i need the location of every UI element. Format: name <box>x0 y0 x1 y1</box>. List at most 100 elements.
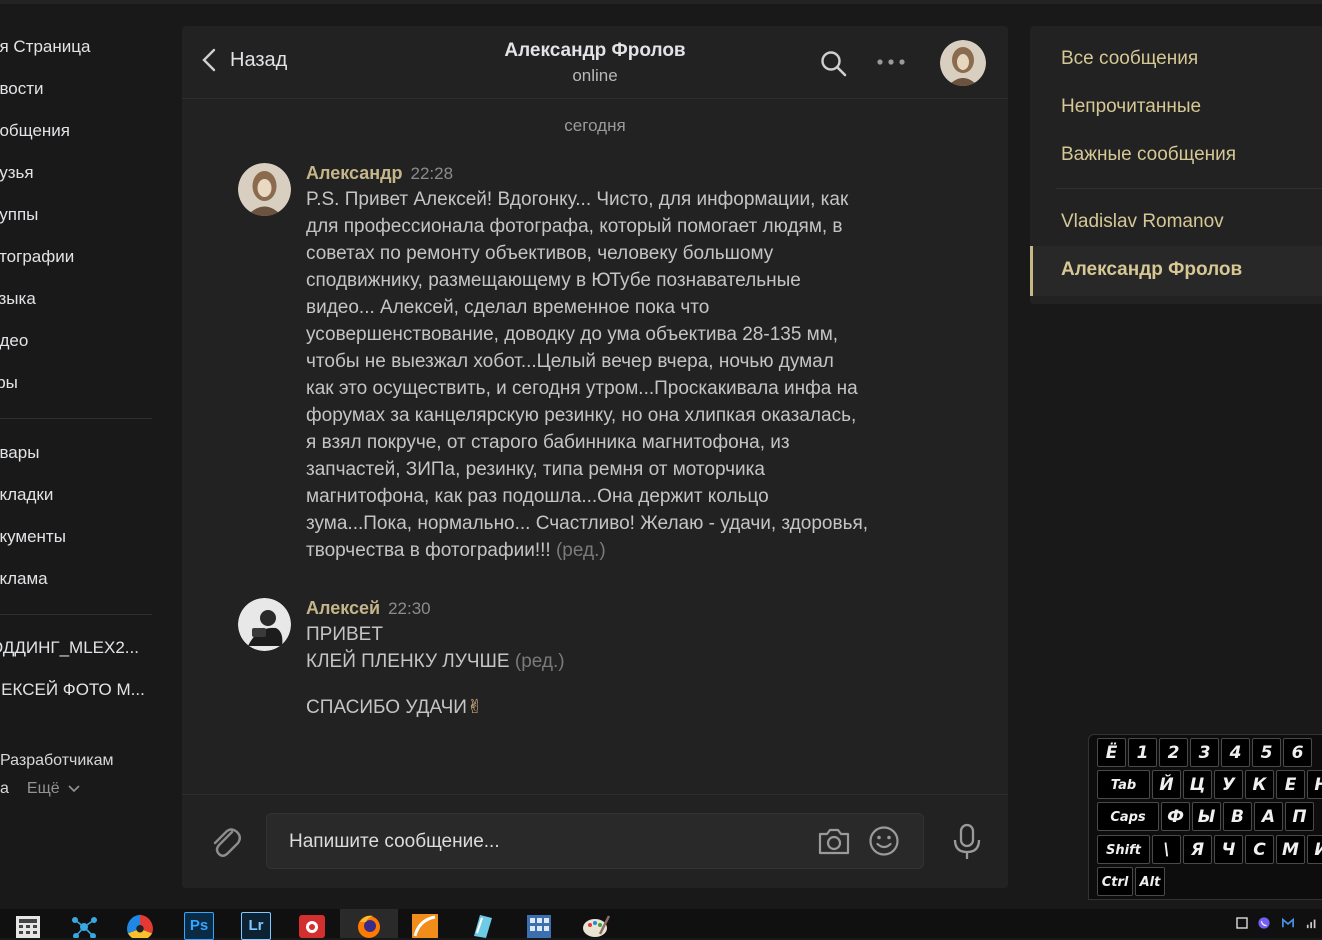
peer-avatar[interactable] <box>940 40 986 86</box>
author-avatar[interactable] <box>238 598 291 651</box>
key-alt[interactable]: Alt <box>1135 867 1165 896</box>
key[interactable]: Ф <box>1161 802 1190 831</box>
key[interactable]: Ч <box>1214 835 1243 864</box>
search-icon[interactable] <box>820 50 848 78</box>
key[interactable]: \ <box>1152 835 1181 864</box>
panel-divider <box>1056 188 1322 189</box>
dialog-active-name: Александр Фролов <box>1061 259 1243 280</box>
key[interactable]: Я <box>1183 835 1212 864</box>
key[interactable]: Ё <box>1097 738 1126 767</box>
edited-label[interactable]: (ред.) <box>515 651 565 672</box>
message-time: 22:28 <box>410 164 454 183</box>
nav-ads[interactable]: еклама <box>0 558 170 600</box>
date-separator: сегодня <box>564 116 626 135</box>
key[interactable]: С <box>1245 835 1274 864</box>
message-line-content: КЛЕЙ ПЛЕНКУ ЛУЧШЕ <box>306 651 510 672</box>
dialog-vladislav-romanov[interactable]: Vladislav Romanov <box>1061 211 1224 233</box>
key-ctrl[interactable]: Ctrl <box>1097 867 1133 896</box>
key[interactable]: К <box>1245 770 1274 799</box>
orange-app-icon[interactable] <box>411 912 439 938</box>
camera-app-icon[interactable] <box>298 912 326 938</box>
author-avatar[interactable] <box>238 163 291 216</box>
key[interactable]: П <box>1285 802 1314 831</box>
message-input[interactable] <box>287 814 791 870</box>
message-meta: Александр 22:28 <box>306 163 896 184</box>
nav-my-page[interactable]: оя Страница <box>0 26 170 68</box>
photoshop-icon[interactable]: Ps <box>184 912 214 940</box>
left-navigation-communities: ОДДИНГ_MLEX2... ЛЕКСЕЙ ФОТО М... <box>0 627 170 711</box>
key[interactable]: А <box>1254 802 1283 831</box>
nav-music[interactable]: узыка <box>0 278 170 320</box>
message-author[interactable]: Александр <box>306 163 403 183</box>
key-tab[interactable]: Tab <box>1097 770 1150 799</box>
nav-games[interactable]: гры <box>0 362 170 404</box>
key[interactable]: 5 <box>1252 738 1281 767</box>
victory-hand-emoji: ✌ <box>466 697 483 718</box>
tray-window-icon[interactable] <box>1236 917 1248 929</box>
nav-documents[interactable]: окументы <box>0 516 170 558</box>
network-icon[interactable] <box>1306 917 1318 929</box>
message-author[interactable]: Алексей <box>306 598 380 618</box>
message-line: СПАСИБО УДАЧИ✌ <box>306 694 896 721</box>
nav-friends[interactable]: рузья <box>0 152 170 194</box>
molecule-app-icon[interactable] <box>70 912 98 938</box>
nav-video[interactable]: идео <box>0 320 170 362</box>
dialog-active-highlight[interactable]: Александр Фролов <box>1030 246 1322 296</box>
gmail-icon[interactable] <box>1282 917 1294 929</box>
calculator-icon[interactable] <box>14 912 42 938</box>
key[interactable]: 1 <box>1128 738 1157 767</box>
nav-community-2[interactable]: ЛЕКСЕЙ ФОТО М... <box>0 669 170 711</box>
microphone-icon[interactable] <box>952 823 982 861</box>
edited-label[interactable]: (ред.) <box>556 540 606 561</box>
color-wheel-app-icon[interactable] <box>126 912 154 938</box>
calculator-app-icon[interactable] <box>525 912 553 938</box>
key[interactable]: Н <box>1307 770 1322 799</box>
nav-groups[interactable]: руппы <box>0 194 170 236</box>
key[interactable]: М <box>1276 835 1305 864</box>
key[interactable]: 3 <box>1190 738 1219 767</box>
firefox-icon[interactable] <box>355 912 383 938</box>
key-caps[interactable]: Caps <box>1097 802 1159 831</box>
key-shift[interactable]: Shift <box>1097 835 1150 864</box>
viber-icon[interactable] <box>1258 917 1270 929</box>
message-text: P.S. Привет Алексей! Вдогонку... Чисто, … <box>306 186 896 564</box>
filter-all-messages[interactable]: Все сообщения <box>1061 48 1198 70</box>
nav-footer: а Ещё <box>0 780 80 798</box>
nav-more-button[interactable]: Ещё <box>27 780 80 798</box>
keyboard-row-4: Shift \ Я Ч С М И <box>1097 835 1322 864</box>
keyboard-row-5: Ctrl Alt <box>1097 867 1167 896</box>
key[interactable]: У <box>1214 770 1243 799</box>
key[interactable]: Ы <box>1192 802 1221 831</box>
more-options-icon[interactable] <box>876 58 906 66</box>
nav-community-1[interactable]: ОДДИНГ_MLEX2... <box>0 627 170 669</box>
nav-divider <box>0 614 152 615</box>
key[interactable]: И <box>1307 835 1322 864</box>
filter-important[interactable]: Важные сообщения <box>1061 144 1236 166</box>
nav-footer-prefix[interactable]: а <box>0 780 9 798</box>
on-screen-keyboard: Ё 1 2 3 4 5 6 Tab Й Ц У К Е Н Caps Ф Ы В… <box>1088 734 1322 900</box>
left-navigation-secondary: овары акладки окументы еклама <box>0 432 170 600</box>
nav-news[interactable]: овости <box>0 68 170 110</box>
composer-bar <box>182 794 1008 889</box>
nav-photos[interactable]: отографии <box>0 236 170 278</box>
lightroom-icon[interactable]: Lr <box>241 912 271 940</box>
message-line: ПРИВЕТ <box>306 624 383 645</box>
key[interactable]: В <box>1223 802 1252 831</box>
emoji-smile-icon[interactable] <box>867 824 901 858</box>
key[interactable]: 2 <box>1159 738 1188 767</box>
attach-paperclip-icon[interactable] <box>210 823 242 859</box>
nav-developers[interactable]: Разработчикам <box>0 752 114 770</box>
key[interactable]: Ц <box>1183 770 1212 799</box>
key[interactable]: 4 <box>1221 738 1250 767</box>
camera-icon[interactable] <box>817 826 851 856</box>
nav-bookmarks[interactable]: акладки <box>0 474 170 516</box>
nav-goods[interactable]: овары <box>0 432 170 474</box>
notes-app-icon[interactable] <box>468 912 496 938</box>
paint-app-icon[interactable] <box>582 912 610 938</box>
filter-unread[interactable]: Непрочитанные <box>1061 96 1201 118</box>
key[interactable]: 6 <box>1283 738 1312 767</box>
key[interactable]: Е <box>1276 770 1305 799</box>
key[interactable]: Й <box>1152 770 1181 799</box>
nav-messages[interactable]: ообщения <box>0 110 170 152</box>
dialogs-filter-panel: Все сообщения Непрочитанные Важные сообщ… <box>1030 26 1322 304</box>
